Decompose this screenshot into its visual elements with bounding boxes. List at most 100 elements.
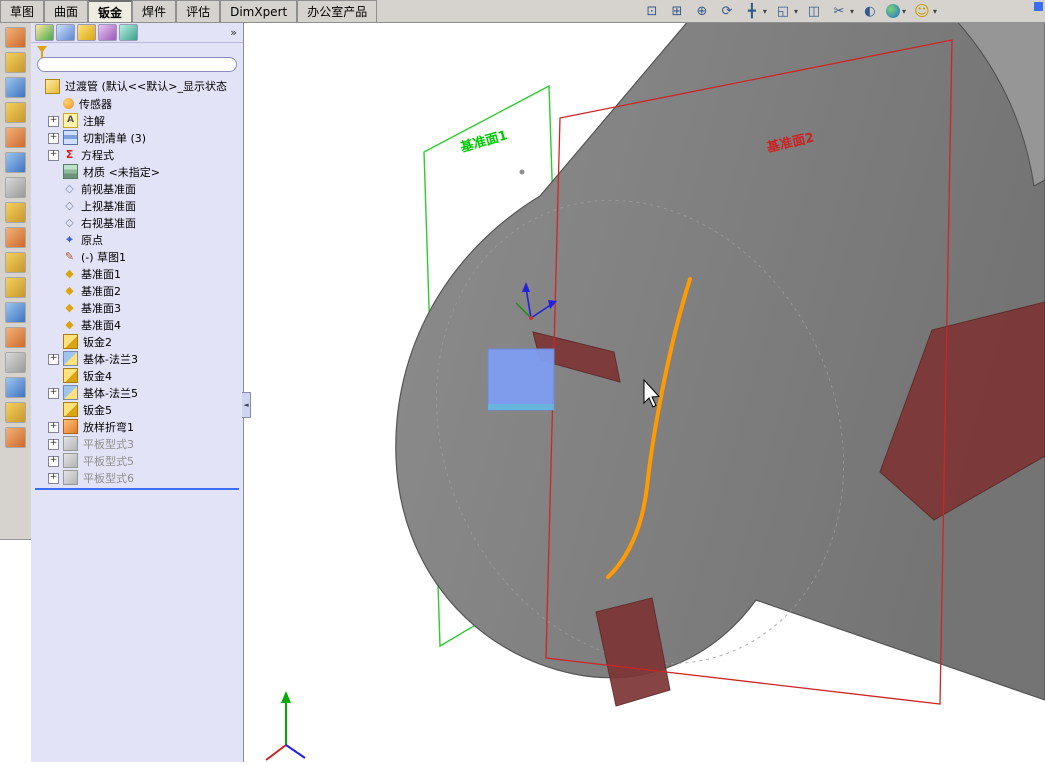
configurationmanager-tab-icon[interactable]	[77, 23, 96, 41]
section-view-icon[interactable]: ✂	[830, 2, 848, 20]
tab-weldments[interactable]: 焊件	[132, 0, 177, 22]
left-tool-icon-15[interactable]	[5, 377, 26, 398]
expand-toggle-icon[interactable]	[48, 388, 59, 399]
tree-item-sensors[interactable]: 传感器	[31, 95, 243, 112]
dropdown-arrow-icon[interactable]: ▾	[902, 7, 906, 16]
tree-item-plane1[interactable]: 基准面1	[31, 265, 243, 282]
tab-label: 办公室产品	[307, 5, 368, 19]
expand-toggle-icon[interactable]	[48, 116, 59, 127]
tab-sketch[interactable]: 草图	[0, 0, 45, 22]
left-tool-icon-10[interactable]	[5, 252, 26, 273]
left-tool-icon-8[interactable]	[5, 202, 26, 223]
expand-toggle-icon[interactable]	[48, 354, 59, 365]
dropdown-arrow-icon[interactable]: ▾	[850, 7, 854, 16]
tree-item-origin[interactable]: 原点	[31, 231, 243, 248]
displaypane-tab-icon[interactable]	[119, 23, 138, 41]
reference-plane-icon	[63, 182, 76, 195]
expand-toggle-icon[interactable]	[48, 133, 59, 144]
view-settings-icon[interactable]: ◐	[861, 2, 879, 20]
tree-filter-input[interactable]	[38, 58, 236, 71]
tab-surfaces[interactable]: 曲面	[44, 0, 89, 22]
expand-toggle-icon[interactable]	[48, 150, 59, 161]
propertymanager-tab-icon[interactable]	[56, 23, 75, 41]
help-smiley-icon[interactable]: ☺	[913, 2, 931, 20]
base-flange-icon	[63, 351, 78, 366]
tab-dimxpert[interactable]: DimXpert	[220, 0, 298, 22]
left-tool-icon-12[interactable]	[5, 302, 26, 323]
left-tool-icon-3[interactable]	[5, 77, 26, 98]
tree-item-base-flange3[interactable]: 基体-法兰3	[31, 350, 243, 367]
tree-item-flat-pattern6[interactable]: 平板型式6	[31, 469, 243, 486]
highlight-edge	[488, 404, 554, 410]
feature-tree: 过渡管 (默认<<默认>_显示状态 传感器 注解 切割清单 (3) 方程式 材质…	[31, 75, 243, 490]
tree-root-item[interactable]: 过渡管 (默认<<默认>_显示状态	[31, 77, 243, 95]
filter-funnel-icon[interactable]	[37, 46, 47, 58]
tree-item-sheetmetal2[interactable]: 钣金2	[31, 333, 243, 350]
left-tool-icon-6[interactable]	[5, 152, 26, 173]
zoom-area-icon[interactable]: ⊞	[668, 2, 686, 20]
left-tool-icon-17[interactable]	[5, 427, 26, 448]
tree-item-label: 平板型式5	[83, 454, 134, 468]
tree-item-plane4[interactable]: 基准面4	[31, 316, 243, 333]
solidworks-window: { "command_tabs": { "items": [ {"label":…	[0, 0, 1045, 762]
panel-collapse-handle[interactable]	[242, 392, 251, 418]
tab-office-products[interactable]: 办公室产品	[297, 0, 378, 22]
left-tool-icon-9[interactable]	[5, 227, 26, 248]
tree-item-plane2[interactable]: 基准面2	[31, 282, 243, 299]
dropdown-arrow-icon[interactable]: ▾	[794, 7, 798, 16]
left-tool-icon-4[interactable]	[5, 102, 26, 123]
appearance-globe-icon[interactable]	[885, 4, 900, 18]
expand-toggle-icon[interactable]	[48, 439, 59, 450]
zoom-in-out-icon[interactable]: ⊕	[693, 2, 711, 20]
tree-item-top-plane[interactable]: 上视基准面	[31, 197, 243, 214]
dimxpertmanager-tab-icon[interactable]	[98, 23, 117, 41]
zoom-to-fit-icon[interactable]: ⊡	[643, 2, 661, 20]
left-tool-icon-11[interactable]	[5, 277, 26, 298]
plane-handle-dot[interactable]	[519, 169, 525, 175]
sheet-metal-toolbar	[0, 22, 32, 540]
tree-item-flat-pattern3[interactable]: 平板型式3	[31, 435, 243, 452]
tree-item-label: 基准面4	[81, 318, 121, 332]
tree-item-flat-pattern5[interactable]: 平板型式5	[31, 452, 243, 469]
tree-item-annotations[interactable]: 注解	[31, 112, 243, 129]
tree-item-sheetmetal4[interactable]: 钣金4	[31, 367, 243, 384]
rotate-view-icon[interactable]: ⟳	[718, 2, 736, 20]
tree-item-label: 钣金5	[83, 403, 112, 417]
tree-item-lofted-bend1[interactable]: 放样折弯1	[31, 418, 243, 435]
left-tool-icon-16[interactable]	[5, 402, 26, 423]
standard-views-icon[interactable]: ◱	[774, 2, 792, 20]
left-tool-icon-13[interactable]	[5, 327, 26, 348]
feature-manager-panel: » 过渡管 (默认<<默认>_显示状态 传感器 注解 切割清单 (3)	[31, 22, 244, 762]
tree-item-front-plane[interactable]: 前视基准面	[31, 180, 243, 197]
left-tool-icon-7[interactable]	[5, 177, 26, 198]
left-tool-icon-1[interactable]	[5, 27, 26, 48]
expand-panel-chevron[interactable]: »	[230, 26, 237, 39]
tab-evaluate[interactable]: 评估	[176, 0, 221, 22]
expand-toggle-icon[interactable]	[48, 422, 59, 433]
tree-item-right-plane[interactable]: 右视基准面	[31, 214, 243, 231]
tree-item-label: 原点	[81, 233, 103, 247]
tree-item-plane3[interactable]: 基准面3	[31, 299, 243, 316]
tree-item-material[interactable]: 材质 <未指定>	[31, 163, 243, 180]
pan-icon[interactable]: ╋	[743, 2, 761, 20]
tree-item-base-flange5[interactable]: 基体-法兰5	[31, 384, 243, 401]
flat-pattern-icon	[63, 470, 78, 485]
tab-sheet-metal[interactable]: 钣金	[88, 0, 133, 22]
expand-toggle-icon[interactable]	[48, 473, 59, 484]
tree-item-sketch1[interactable]: (-) 草图1	[31, 248, 243, 265]
display-style-icon[interactable]: ◫	[805, 2, 823, 20]
plane-icon	[63, 318, 76, 331]
tree-item-sheetmetal5[interactable]: 钣金5	[31, 401, 243, 418]
tree-item-equations[interactable]: 方程式	[31, 146, 243, 163]
dropdown-arrow-icon[interactable]: ▾	[763, 7, 767, 16]
tab-label: 钣金	[98, 5, 123, 20]
left-tool-icon-14[interactable]	[5, 352, 26, 373]
left-tool-icon-2[interactable]	[5, 52, 26, 73]
tree-item-label: 切割清单 (3)	[83, 131, 147, 145]
expand-toggle-icon[interactable]	[48, 456, 59, 467]
dropdown-arrow-icon[interactable]: ▾	[933, 7, 937, 16]
tree-item-label: 放样折弯1	[83, 420, 134, 434]
featuremanager-tab-icon[interactable]	[35, 23, 54, 41]
left-tool-icon-5[interactable]	[5, 127, 26, 148]
tree-item-cut-list[interactable]: 切割清单 (3)	[31, 129, 243, 146]
